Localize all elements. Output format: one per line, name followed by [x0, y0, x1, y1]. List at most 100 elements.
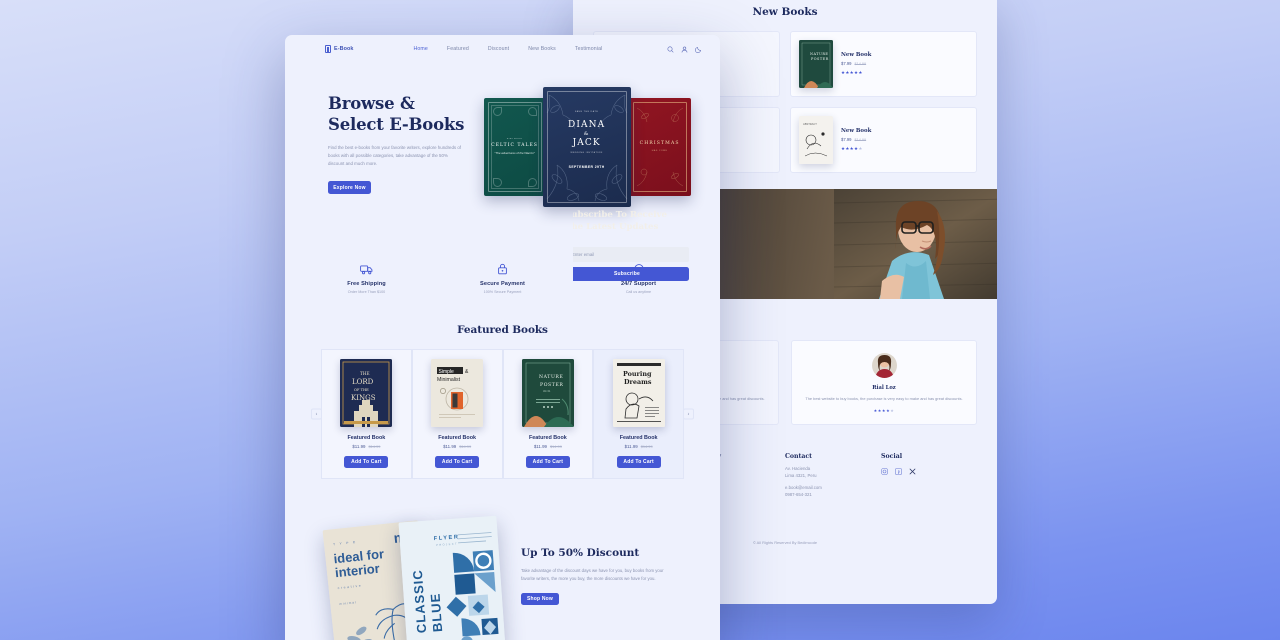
feature-secure-payment: Secure Payment 100% Secure Payment	[466, 262, 540, 294]
book-cover-nature-poster: NATURE POSTER Vol. 01	[521, 359, 574, 427]
hero-book-covers: SIRI BOOK CELTIC TALES "The adventures o…	[479, 85, 691, 210]
book-cover-pouring-dreams: Pouring Dreams	[612, 359, 665, 427]
new-book-info: New Book $7.99$14.99 ★★★★★	[841, 128, 871, 152]
new-book-rating: ★★★★★	[841, 146, 863, 151]
shop-now-button[interactable]: Shop Now	[521, 593, 559, 606]
feature-title: Free Shipping	[347, 281, 386, 287]
discount-title: Up To 50% Discount	[521, 547, 640, 559]
svg-text:POSTER: POSTER	[811, 57, 829, 61]
featured-book-name: Featured Book	[347, 435, 386, 441]
cover-ampersand: &	[583, 131, 590, 137]
discount-section: T Y P Eideal forinteriorcreativeminimalm…	[285, 515, 720, 640]
subscribe-content: Subscribe To Receive The Latest Updates …	[573, 209, 715, 281]
add-to-cart-button[interactable]: Add To Cart	[435, 456, 480, 468]
new-book-name: New Book	[841, 52, 872, 58]
svg-text:Minimalist: Minimalist	[437, 377, 461, 383]
feature-title: Secure Payment	[480, 281, 525, 287]
explore-now-button[interactable]: Explore Now	[328, 181, 371, 195]
featured-book-name: Featured Book	[438, 435, 476, 441]
featured-book-card[interactable]: Simple & Minimalist Featured Book $11.99 $1…	[411, 349, 503, 479]
nav-link-featured[interactable]: Featured	[447, 46, 469, 52]
testimonial-card: Rial Loz The best website to buy books, …	[791, 340, 977, 426]
featured-book-name: Featured Book	[529, 435, 567, 441]
new-book-info: New Book $7.99$14.99 ★★★★★	[841, 52, 871, 76]
footer-phone[interactable]: 0987-654-321	[785, 492, 881, 498]
cover-title: CHRISTMAS	[639, 141, 680, 146]
feature-free-shipping: Free Shipping Order More Than $100	[330, 262, 404, 294]
hero-copy: Browse & Select E-Books Find the best e-…	[328, 85, 471, 210]
new-book-price: $7.99$14.99	[841, 137, 867, 142]
featured-books-title: Featured Books	[457, 324, 548, 336]
email-input[interactable]: Enter email	[573, 246, 689, 262]
feature-subtitle: Call us anytime	[625, 290, 652, 294]
woman-photo	[834, 189, 997, 299]
book-cover-diana-and-jack: SAVE THE DATE DIANA & JACK WEDDING INVIT…	[542, 87, 631, 207]
new-book-price: $7.99$14.99	[841, 61, 867, 66]
new-books-title: New Books	[752, 6, 818, 18]
add-to-cart-button[interactable]: Add To Cart	[616, 456, 661, 468]
feature-subtitle: Order More Than $100	[347, 290, 386, 294]
new-book-cover: NATUREPOSTER	[799, 40, 833, 88]
cover-title-1: DIANA	[568, 120, 606, 130]
christmas-decoration	[636, 107, 683, 187]
lock-icon	[466, 262, 540, 276]
featured-book-name: Featured Book	[619, 435, 658, 441]
x-twitter-icon[interactable]	[909, 468, 916, 475]
new-book-card[interactable]: ABSTRACT New Book $7.99 $14.99 ★★★★★	[790, 107, 977, 173]
add-to-cart-button[interactable]: Add To Cart	[525, 456, 570, 468]
featured-book-card[interactable]: Pouring Dreams Featured Book $11.99 $14.99…	[593, 349, 684, 479]
carousel-next-button[interactable]: ›	[683, 408, 694, 420]
footer-address-line2: Lima 4321, Peru	[785, 472, 817, 478]
svg-text:Vol. 01: Vol. 01	[543, 390, 551, 393]
testimonial-text: The best website to buy books, the purch…	[805, 396, 963, 401]
nav-link-home[interactable]: Home	[413, 46, 427, 52]
svg-text:NATURE: NATURE	[810, 52, 828, 56]
search-icon[interactable]	[667, 46, 674, 53]
svg-text:POSTER: POSTER	[540, 382, 563, 388]
nav-icons	[667, 46, 702, 53]
testimonial-name: Rial Loz	[872, 385, 896, 391]
brand-logo[interactable]: E-Book	[325, 45, 353, 53]
social-links	[881, 468, 977, 476]
featured-book-price: $11.99 $14.99	[352, 444, 381, 449]
facebook-icon[interactable]	[895, 468, 902, 476]
subscribe-heading: Subscribe To Receive The Latest Updates	[573, 210, 667, 233]
book-icon	[325, 45, 331, 53]
featured-book-price: $11.99 $14.99	[624, 444, 653, 449]
subscribe-button[interactable]: Subscribe	[573, 266, 689, 281]
brand-label: E-Book	[334, 46, 354, 52]
cover-subtitle: WEDDING INVITATION	[570, 152, 603, 154]
mockup-stage: New Books Simple New Book $7.99$14.99 ★★…	[0, 0, 1280, 640]
book-cover-celtic-tales: SIRI BOOK CELTIC TALES "The adventures o…	[483, 98, 546, 196]
nav-link-discount[interactable]: Discount	[488, 46, 509, 52]
truck-icon	[330, 262, 404, 276]
nav-link-testimonial[interactable]: Testimonial	[575, 46, 603, 52]
add-to-cart-button[interactable]: Add To Cart	[344, 456, 389, 468]
svg-text:LORD: LORD	[352, 378, 374, 386]
instagram-icon[interactable]	[881, 468, 888, 476]
svg-text:NATURE: NATURE	[539, 374, 563, 380]
discount-images: T Y P Eideal forinteriorcreativeminimalm…	[322, 515, 515, 640]
feature-title: 24/7 Support	[620, 281, 657, 287]
theme-toggle-icon[interactable]	[695, 46, 702, 53]
footer-heading: Contact	[785, 453, 813, 461]
book-cover-lord-of-the-kings: THE LORD OF THE KINGS	[340, 359, 393, 427]
hero-description: Find the best e-books from your favorite…	[328, 145, 462, 166]
new-book-name: New Book	[841, 128, 872, 134]
featured-book-card[interactable]: THE LORD OF THE KINGS Featured Book $11.99 $…	[321, 349, 412, 479]
cover-subtitle: HAS COME	[651, 150, 668, 152]
avatar	[871, 353, 897, 378]
featured-book-card[interactable]: NATURE POSTER Vol. 01 Featured Book $11.99…	[502, 349, 594, 479]
cover-kicker: SIRI BOOK	[506, 138, 523, 140]
user-icon[interactable]	[681, 46, 688, 53]
new-book-cover: ABSTRACT	[799, 116, 833, 164]
new-book-card[interactable]: NATUREPOSTER New Book $7.99$14.99 ★★★★★	[790, 31, 977, 97]
svg-text:Simple: Simple	[439, 369, 455, 375]
cover-subtitle: "The adventures of the Warrior"	[494, 151, 535, 155]
footer-heading: Social	[881, 453, 903, 461]
svg-text:Dreams: Dreams	[624, 378, 652, 386]
nav-link-new-books[interactable]: New Books	[528, 46, 556, 52]
hero-title: Browse & Select E-Books	[328, 94, 465, 135]
nav-menu: Home Featured Discount New Books Testimo…	[413, 46, 602, 52]
cover-title: CELTIC TALES	[491, 143, 538, 148]
